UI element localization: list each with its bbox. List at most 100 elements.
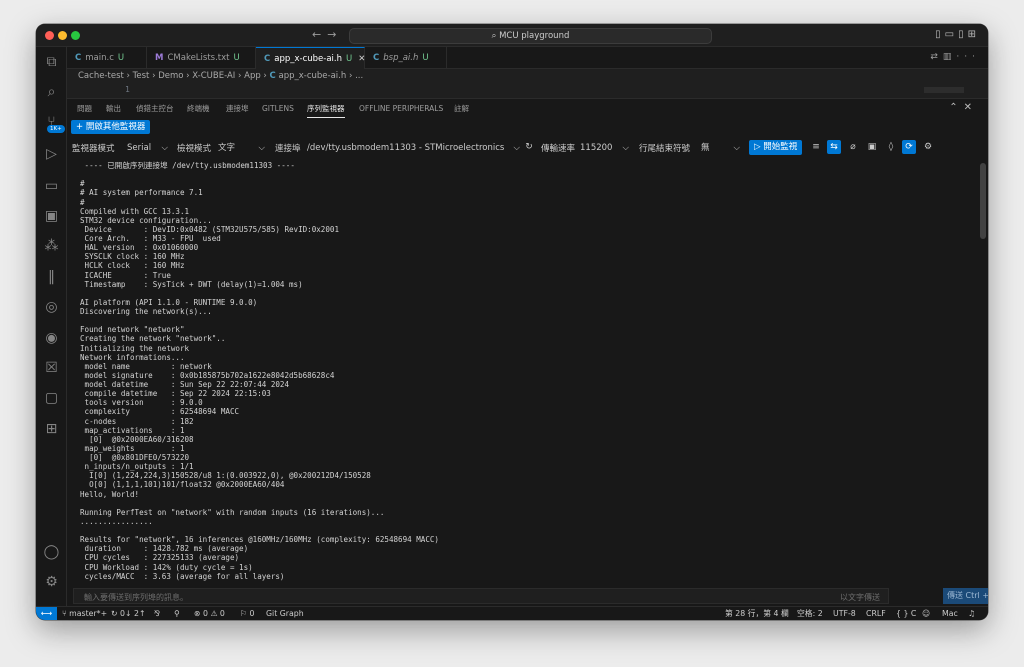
maximize-panel-icon[interactable]: ⌃ xyxy=(949,102,963,113)
split-editor-icon[interactable]: ▥ xyxy=(943,52,957,62)
branch-icon: ⑂ xyxy=(62,609,67,618)
output-line: Timestamp : SysTick + DWT (delay(1)=1.00… xyxy=(80,279,303,289)
sync-status[interactable]: ↻ 0↓ 2↑ xyxy=(111,608,146,620)
settings-gear-icon[interactable]: ⚙ xyxy=(921,140,935,154)
account-icon[interactable]: ◯ xyxy=(36,544,67,560)
toggle-timestamp-icon[interactable]: ⇆ xyxy=(827,140,841,154)
link-icon[interactable]: ⌀ xyxy=(846,140,860,154)
toggle-secondary-sidebar-icon[interactable]: ▯ xyxy=(958,29,968,40)
tab-cmakelists[interactable]: M CMakeLists.txt U xyxy=(147,47,256,69)
tab-serial-monitor[interactable]: 序列監視器 xyxy=(307,99,345,118)
breadcrumb-item[interactable]: ... xyxy=(355,71,363,81)
breadcrumb-item[interactable]: app_x-cube-ai.h xyxy=(279,71,347,81)
breadcrumb-item[interactable]: Demo xyxy=(158,71,183,81)
minimap[interactable] xyxy=(924,87,964,93)
close-window-button[interactable] xyxy=(45,31,54,40)
terminal-icon[interactable]: ▣ xyxy=(865,140,879,154)
open-other-monitor-button[interactable]: + 開啟其他監視器 xyxy=(71,120,151,134)
x-icon[interactable]: ☒ xyxy=(36,360,67,376)
tab-gitlens[interactable]: GITLENS xyxy=(262,99,294,118)
platform-indicator[interactable]: Mac xyxy=(942,608,958,620)
message-input[interactable]: 輸入要傳送到序列埠的訊息。 以文字傳送 xyxy=(73,588,889,604)
breadcrumb-item[interactable]: App xyxy=(244,71,261,81)
indentation[interactable]: 空格: 2 xyxy=(797,608,823,620)
breadcrumb-item[interactable]: Cache-test xyxy=(78,71,124,81)
forward-arrow-icon[interactable]: → xyxy=(327,28,342,41)
remote-icon[interactable]: ⟷ xyxy=(36,607,57,620)
extensions-icon[interactable]: ⁂ xyxy=(36,238,67,254)
command-center[interactable]: ⌕ MCU playground xyxy=(349,28,712,44)
toggle-panel-icon[interactable]: ▭ xyxy=(945,29,958,40)
ports-forward-icon[interactable]: ⚲ xyxy=(174,608,180,620)
refresh-icon[interactable]: ↻ xyxy=(522,140,536,154)
output-line: Results for "network", 16 inferences @16… xyxy=(80,535,439,545)
output-line: complexity : 62548694 MACC xyxy=(80,407,240,417)
notifications-bell-icon[interactable]: ♫ xyxy=(968,608,975,620)
tab-offline-peripherals[interactable]: OFFLINE PERIPHERALS xyxy=(359,99,443,118)
customize-layout-icon[interactable]: ⊞ xyxy=(968,29,980,40)
output-line: n_inputs/n_outputs : 1/1 xyxy=(80,462,194,472)
tab-status: U xyxy=(233,53,240,63)
breadcrumb-item[interactable]: Test xyxy=(133,71,150,81)
encoding[interactable]: UTF-8 xyxy=(833,608,856,620)
settings-gear-icon[interactable]: ⚙ xyxy=(36,574,67,590)
problems-status[interactable]: ⊗ 0 ⚠ 0 xyxy=(194,608,225,620)
compare-icon[interactable]: ⇄ xyxy=(930,52,943,62)
branch-status[interactable]: ⑂ master*+ xyxy=(62,608,107,620)
output-line: cycles/MACC : 3.63 (average for all laye… xyxy=(80,571,285,581)
tab-main-c[interactable]: Cmain.c U xyxy=(67,47,147,69)
tab-comments[interactable]: 註解 xyxy=(454,99,469,118)
tab-problems[interactable]: 問題 xyxy=(77,99,92,118)
chip-icon[interactable]: ▣ xyxy=(36,208,67,224)
autoscroll-icon[interactable]: ⟳ xyxy=(902,140,916,154)
git-graph-button[interactable]: Git Graph xyxy=(266,608,304,620)
monitor-mode-select[interactable]: Serial ⌵ xyxy=(123,140,171,156)
output-scrollbar[interactable] xyxy=(980,163,986,239)
more-actions-icon[interactable]: ··· xyxy=(956,52,980,62)
output-line: [0] @0x2000EA60/316208 xyxy=(80,434,194,444)
record-icon[interactable]: ◊ xyxy=(884,140,898,154)
breadcrumb-item[interactable]: X-CUBE-AI xyxy=(192,71,235,81)
tab-ports[interactable]: 連接埠 xyxy=(226,99,249,118)
tab-bsp-ai[interactable]: Cbsp_ai.h U xyxy=(365,47,447,69)
graph-icon[interactable]: ⅋ xyxy=(154,608,160,620)
list-icon[interactable]: ≡ xyxy=(809,140,823,154)
toggle-sidebar-icon[interactable]: ▯ xyxy=(935,29,945,40)
editor-area[interactable]: 1 xyxy=(67,84,988,98)
line-ending[interactable]: CRLF xyxy=(866,608,886,620)
copilot-icon[interactable]: ☺ xyxy=(922,608,930,620)
search-icon[interactable]: ⌕ xyxy=(36,84,67,100)
line-ending-select[interactable]: 無 ⌵ xyxy=(697,140,743,156)
antenna-icon: ⚐ xyxy=(240,609,247,618)
back-arrow-icon[interactable]: ← xyxy=(312,28,327,41)
remote-explorer-icon[interactable]: ▭ xyxy=(36,178,67,194)
timeline-icon[interactable]: ◉ xyxy=(36,330,67,346)
minimize-window-button[interactable] xyxy=(58,31,67,40)
port-select[interactable]: /dev/tty.usbmodem11303 - STMicroelectron… xyxy=(303,140,523,156)
extensions-grid-icon[interactable]: ⊞ xyxy=(36,421,67,437)
tab-debug-console[interactable]: 偵錯主控台 xyxy=(136,99,174,118)
language-mode[interactable]: { } C xyxy=(896,608,916,620)
baud-rate-select[interactable]: 115200 ⌵ xyxy=(576,140,632,156)
search-icon: ⌕ xyxy=(491,31,500,41)
testing-icon[interactable]: ‖ xyxy=(36,269,67,285)
output-line: duration : 1428.782 ms (average) xyxy=(80,544,249,554)
view-mode-select[interactable]: 文字 ⌵ xyxy=(214,140,268,156)
cursor-position[interactable]: 第 28 行，第 4 欄 xyxy=(725,608,789,620)
tab-output[interactable]: 輸出 xyxy=(106,99,121,118)
start-monitoring-button[interactable]: ▷ 開始監視 xyxy=(749,140,803,155)
tab-terminal[interactable]: 終端機 xyxy=(187,99,210,118)
explorer-icon[interactable]: ⧉ xyxy=(36,54,67,70)
maximize-window-button[interactable] xyxy=(71,31,80,40)
ports-status[interactable]: ⚐ 0 xyxy=(240,608,254,620)
output-line: map_weights : 1 xyxy=(80,443,185,453)
run-debug-icon[interactable]: ▷ xyxy=(36,146,67,162)
send-button[interactable]: 傳送 Ctrl + C xyxy=(943,588,988,604)
status-bar: ⟷ ⑂ master*+ ↻ 0↓ 2↑ ⅋ ⚲ ⊗ 0 ⚠ 0 ⚐ 0 Git… xyxy=(36,606,988,620)
gitlens-icon[interactable]: ◎ xyxy=(36,299,67,315)
comments-icon[interactable]: ▢ xyxy=(36,390,67,406)
monitor-toolbar: 監視器模式 Serial ⌵ 檢視模式 文字 ⌵ 連接埠 /dev/tty.usbm… xyxy=(71,139,984,157)
output-line: model name : network xyxy=(80,361,212,371)
tab-app-x-cube-ai[interactable]: Capp_x-cube-ai.h U ✕ xyxy=(256,47,365,69)
close-panel-icon[interactable]: ✕ xyxy=(964,102,978,113)
